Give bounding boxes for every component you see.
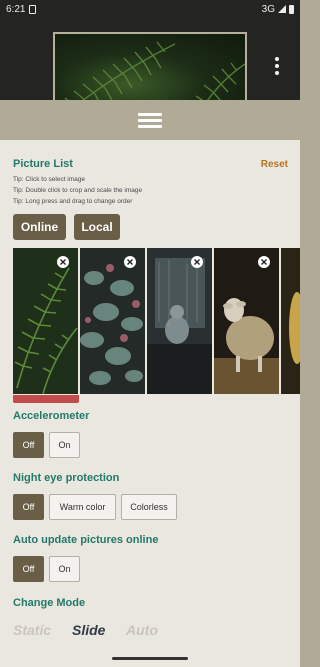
- auto-update-off-button[interactable]: Off: [13, 556, 44, 582]
- selected-picture-indicator: [13, 395, 79, 403]
- change-mode-title: Change Mode: [13, 597, 86, 609]
- wallpaper-preview-area: [0, 18, 300, 118]
- sim-card-icon: [29, 4, 37, 14]
- remove-picture-button[interactable]: [191, 256, 203, 268]
- close-icon: [194, 259, 200, 265]
- tab-online[interactable]: Online: [13, 214, 66, 240]
- auto-update-on-button[interactable]: On: [49, 556, 80, 582]
- hamburger-menu-icon[interactable]: [138, 112, 162, 128]
- home-indicator[interactable]: [112, 657, 188, 660]
- close-icon: [60, 259, 66, 265]
- thumbnail-partial[interactable]: [281, 248, 300, 394]
- mode-auto[interactable]: Auto: [126, 622, 158, 638]
- night-eye-off-button[interactable]: Off: [13, 494, 44, 520]
- mode-static[interactable]: Static: [13, 622, 51, 638]
- reset-button[interactable]: Reset: [261, 159, 288, 170]
- picture-thumbnail-strip[interactable]: [0, 248, 300, 395]
- night-eye-title: Night eye protection: [13, 472, 120, 484]
- accelerometer-title: Accelerometer: [13, 410, 90, 422]
- tip-crop: Tip: Double click to crop and scale the …: [13, 187, 143, 194]
- tip-reorder: Tip: Long press and drag to change order: [13, 198, 133, 205]
- signal-icon: [278, 5, 286, 13]
- auto-update-title: Auto update pictures online: [13, 534, 159, 546]
- settings-panel: Picture List Reset Tip: Click to select …: [0, 140, 300, 667]
- thumbnail-sheep[interactable]: [214, 248, 279, 394]
- battery-icon: [289, 4, 294, 14]
- night-eye-warm-color-button[interactable]: Warm color: [49, 494, 116, 520]
- close-icon: [261, 259, 267, 265]
- succulents-image: [80, 248, 145, 394]
- partial-image: [281, 248, 300, 394]
- mode-slide[interactable]: Slide: [72, 622, 105, 638]
- status-bar: 6:21 3G: [0, 0, 300, 18]
- night-eye-colorless-button[interactable]: Colorless: [121, 494, 177, 520]
- status-time: 6:21: [6, 3, 26, 15]
- rainy-window-image: [147, 248, 212, 394]
- thumbnail-fern[interactable]: [13, 248, 78, 394]
- accelerometer-on-button[interactable]: On: [49, 432, 80, 458]
- picture-list-title: Picture List: [13, 158, 73, 170]
- remove-picture-button[interactable]: [57, 256, 69, 268]
- menu-bar: [0, 100, 300, 140]
- tip-select: Tip: Click to select image: [13, 176, 86, 183]
- thumbnail-rainy-window[interactable]: [147, 248, 212, 394]
- tab-local[interactable]: Local: [74, 214, 120, 240]
- remove-picture-button[interactable]: [258, 256, 270, 268]
- accelerometer-off-button[interactable]: Off: [13, 432, 44, 458]
- remove-picture-button[interactable]: [124, 256, 136, 268]
- network-type: 3G: [261, 3, 275, 15]
- thumbnail-succulents[interactable]: [80, 248, 145, 394]
- fern-image: [13, 248, 78, 394]
- close-icon: [127, 259, 133, 265]
- sheep-image: [214, 248, 279, 394]
- more-options-icon[interactable]: [270, 56, 284, 76]
